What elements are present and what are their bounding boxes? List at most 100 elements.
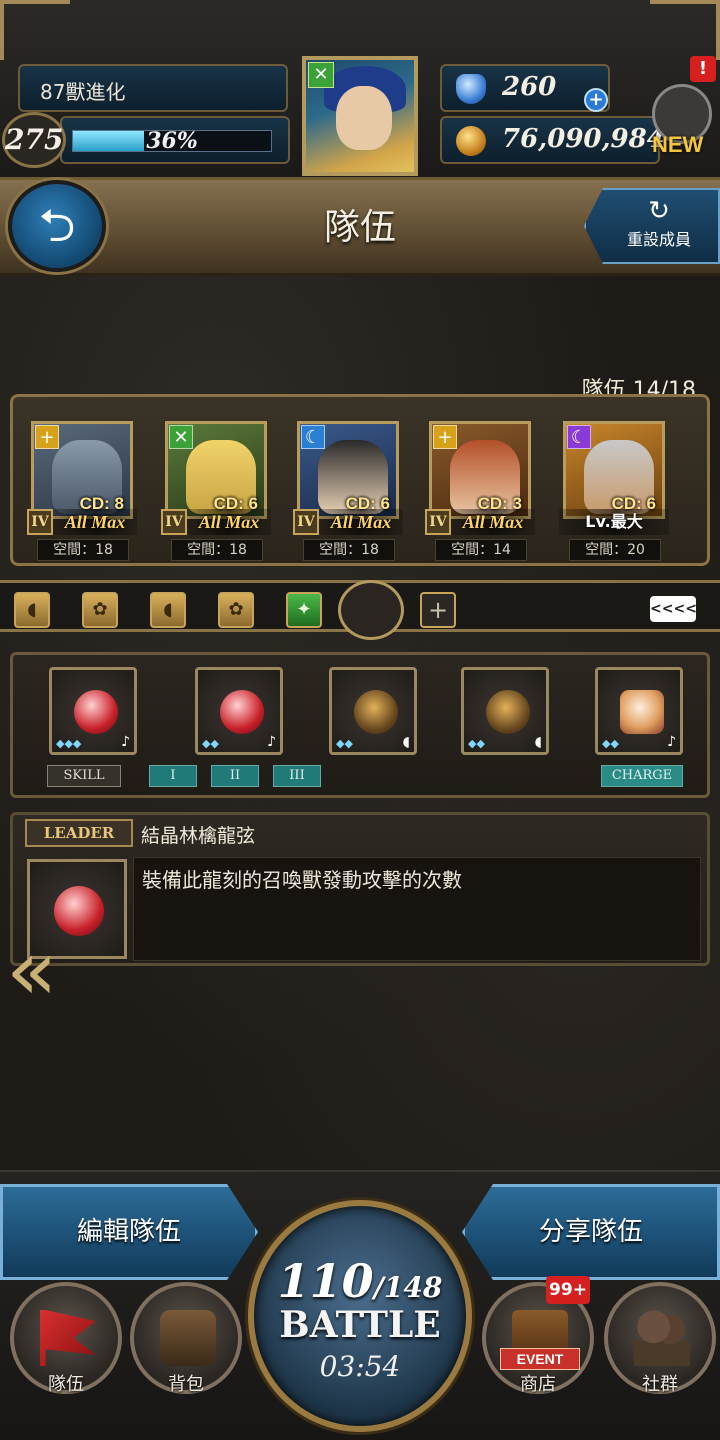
collapse-button[interactable]: <<<< [650,596,697,622]
coin-counter: 76,090,984 [440,116,665,164]
nav-community-label: 社群 [642,1374,678,1395]
member-card: ☾ CD: 6 [563,421,665,519]
member-space: 空間：20 [569,539,661,561]
member-status: Lv.最大 [559,509,669,535]
member-status: All Max [319,509,403,535]
news-button[interactable]: ! NEW [652,56,718,164]
member-space: 空間：18 [303,539,395,561]
slot-rose-icon[interactable]: ✿ [82,592,118,628]
music-note-icon: ♪ [121,734,130,750]
team-member-3[interactable]: ☾ CD: 6 IV All Max 空間：18 [293,411,403,561]
slot-dragon-icon[interactable]: ✦ [286,592,322,628]
skill-tag[interactable]: SKILL [47,765,121,787]
previous-chevron-icon[interactable]: « [6,928,74,1020]
member-card: + CD: 3 [429,421,531,519]
nav-shop-label: 商店 [520,1374,556,1395]
dragon-slot-3[interactable]: ◆◆ ◖ [329,667,417,755]
water-attribute-icon: ☾ [301,425,325,449]
rank-badge: IV [27,509,53,535]
apple-dragon-icon [74,690,118,734]
player-level: 275 [2,112,66,168]
dark-attribute-icon: ☾ [567,425,591,449]
add-slot-button[interactable]: + [420,592,456,628]
dragon-slot-rail: ◖ ✿ ◖ ✿ ✦ + <<<< [0,572,720,642]
member-rank: IV All Max [27,509,137,535]
rank-badge: IV [161,509,187,535]
team-member-2[interactable]: ✕ CD: 6 IV All Max 空間：18 [161,411,271,561]
dragon-equip-panel: ◆◆◆ ♪ ◆◆ ♪ ◆◆ ◖ ◆◆ ◖ ◆◆ ♪ SKILL I II III… [10,652,710,798]
edit-team-button[interactable]: 編輯隊伍 [0,1184,258,1280]
dragon-slot-4[interactable]: ◆◆ ◖ [461,667,549,755]
lantern-dragon-icon [486,690,530,734]
nav-bag-label: 背包 [168,1374,204,1395]
charge-tag[interactable]: CHARGE [601,765,683,787]
dragon-slot-2[interactable]: ◆◆ ♪ [195,667,283,755]
backpack-icon [160,1310,216,1366]
light-attribute-icon: + [35,425,59,449]
music-note-icon: ♪ [267,734,276,750]
member-rank: IV All Max [161,509,271,535]
player-avatar[interactable]: ✕ [302,56,418,176]
tier-2-tag[interactable]: II [211,765,259,787]
member-status: All Max [451,509,535,535]
leader-description: 裝備此龍刻的召喚獸發動攻擊的次數 [142,868,462,892]
avatar-face [336,86,392,150]
alert-badge: ! [690,56,716,82]
rank-badge: IV [425,509,451,535]
member-rank: IV All Max [293,509,403,535]
battle-button[interactable]: 110/148 BATTLE 03:54 [248,1200,472,1432]
member-status: All Max [53,509,137,535]
stamina-timer: 03:54 [319,1350,401,1383]
tier-1-tag[interactable]: I [149,765,197,787]
tier-3-tag[interactable]: III [273,765,321,787]
event-count-badge: 99+ [546,1276,590,1304]
stamina-max: /148 [373,1271,443,1304]
ornament-corner-left [0,0,70,60]
new-label: NEW [652,132,704,157]
share-team-button[interactable]: 分享隊伍 [462,1184,720,1280]
dragon-slot-1[interactable]: ◆◆◆ ♪ [49,667,137,755]
leader-skill-panel: LEADER 結晶林檎龍弦 裝備此龍刻的召喚獸發動攻擊的次數 [10,812,710,966]
team-member-5[interactable]: ☾ CD: 6 Lv.最大 空間：20 [559,411,669,561]
star-rating-icon: ◆◆◆ [56,737,82,750]
wood-attribute-icon: ✕ [308,62,334,88]
gem-count: 260 [502,72,557,102]
team-member-1[interactable]: + CD: 8 IV All Max 空間：18 [27,411,137,561]
star-rating-icon: ◆◆ [202,737,219,750]
slot-head-icon[interactable]: ◖ [150,592,186,628]
player-title-text: 87獸進化 [40,80,126,104]
head-icon: ◖ [534,734,542,750]
reset-members-label: 重設成員 [626,230,691,249]
exp-panel: 36% [60,116,290,164]
team-member-4[interactable]: + CD: 3 IV All Max 空間：14 [425,411,535,561]
dragon-slot-5[interactable]: ◆◆ ♪ [595,667,683,755]
apple-dragon-icon [220,690,264,734]
leader-tag: LEADER [25,819,133,847]
rank-badge: IV [293,509,319,535]
selected-slot-icon[interactable] [338,580,404,640]
player-title: 87獸進化 [18,64,288,112]
member-rank: IV All Max [425,509,535,535]
wood-attribute-icon: ✕ [169,425,193,449]
reset-members-button[interactable]: ↻ 重設成員 [584,188,720,264]
music-note-icon: ♪ [667,734,676,750]
coin-icon [456,126,486,156]
people-icon [634,1310,690,1366]
refresh-icon: ↻ [648,196,670,226]
stamina: 110/148 [254,1254,466,1308]
star-rating-icon: ◆◆ [336,737,353,750]
battle-label: BATTLE [279,1304,441,1346]
leader-description-box: 裝備此龍刻的召喚獸發動攻擊的次數 [133,857,701,961]
flag-icon [40,1310,96,1366]
diamond-icon [456,74,486,104]
slot-rose-icon[interactable]: ✿ [218,592,254,628]
apple-orb [54,886,104,936]
member-status: All Max [187,509,271,535]
team-panel: + CD: 8 IV All Max 空間：18 ✕ CD: 6 IV All … [10,394,710,566]
member-card: ✕ CD: 6 [165,421,267,519]
ornament-corner-right [650,0,720,60]
slot-head-icon[interactable]: ◖ [14,592,50,628]
light-attribute-icon: + [433,425,457,449]
add-gems-button[interactable]: + [584,88,608,112]
head-icon: ◖ [402,734,410,750]
